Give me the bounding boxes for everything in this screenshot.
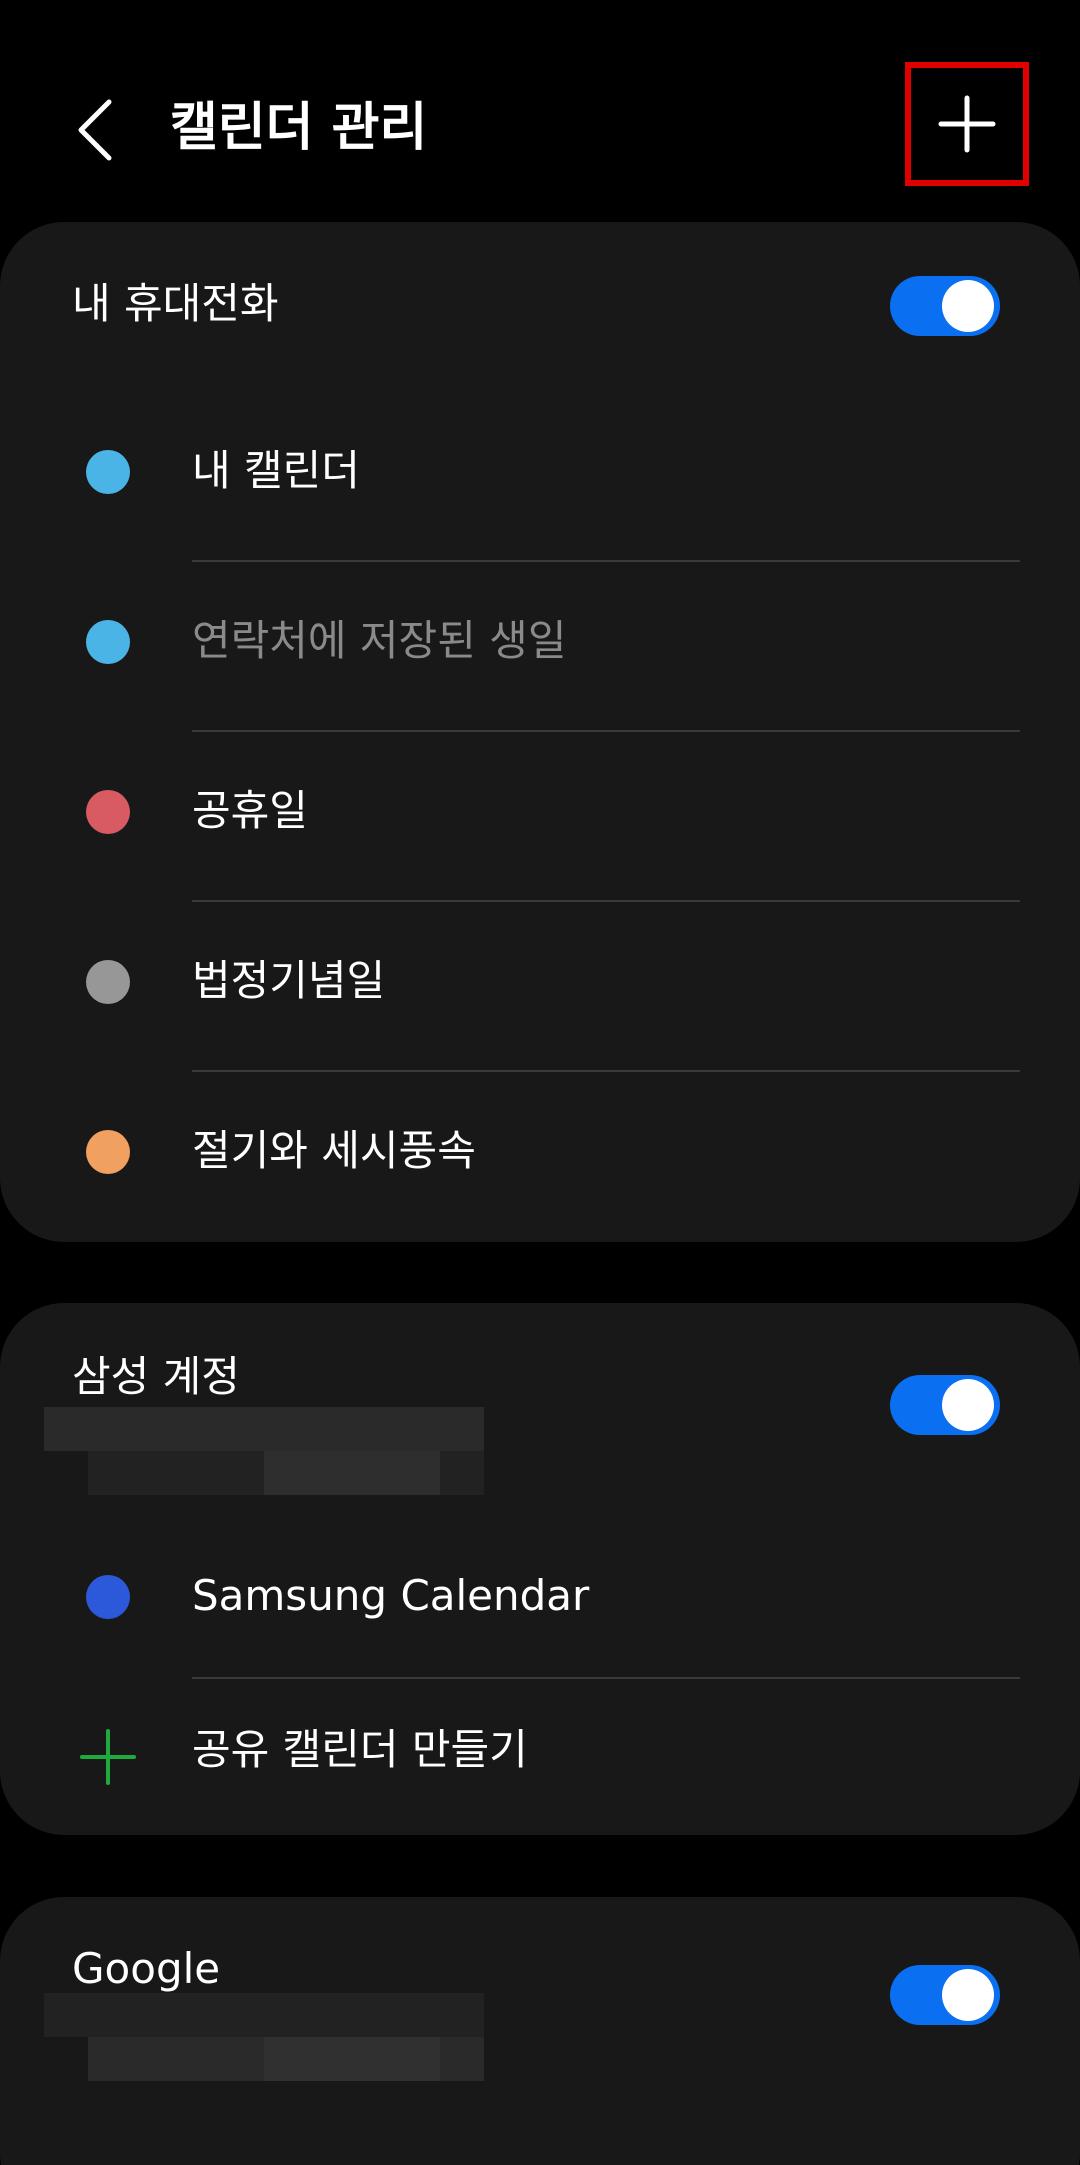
section-title: 삼성 계정 xyxy=(72,1352,240,1401)
section-samsung-account: 삼성 계정 Samsung Calendar 공유 캘린더 만들기 xyxy=(0,1303,1080,1835)
calendar-item[interactable]: 공휴일 xyxy=(0,726,1080,896)
create-shared-calendar-label: 공유 캘린더 만들기 xyxy=(192,1725,528,1774)
section-title: 내 휴대전화 xyxy=(72,279,279,328)
calendar-label: Samsung Calendar xyxy=(192,1571,590,1620)
account-email-redacted xyxy=(44,1407,484,1519)
calendar-label: 연락처에 저장된 생일 xyxy=(192,616,567,665)
calendar-item[interactable]: 내 캘린더 xyxy=(0,386,1080,556)
calendar-item[interactable]: 법정기념일 xyxy=(0,896,1080,1066)
calendar-color-dot xyxy=(86,1130,130,1174)
toggle-knob xyxy=(942,1969,994,2021)
calendar-item[interactable]: Samsung Calendar xyxy=(0,1511,1080,1681)
calendar-color-dot xyxy=(86,1575,130,1619)
chevron-left-icon xyxy=(78,99,112,161)
back-button[interactable] xyxy=(60,90,130,170)
plus-icon xyxy=(938,95,996,153)
calendar-item[interactable]: 절기와 세시풍속 xyxy=(0,1066,1080,1236)
top-app-bar: 캘린더 관리 xyxy=(0,0,1080,230)
calendar-color-dot xyxy=(86,790,130,834)
account-email-redacted xyxy=(44,1993,484,2105)
calendar-manage-screen: 캘린더 관리 내 휴대전화 내 캘린더 연락처에 저장된 생일 공휴일 법정기념… xyxy=(0,0,1080,2165)
section-toggle-my-phone[interactable] xyxy=(890,276,1000,336)
page-title: 캘린더 관리 xyxy=(170,98,428,158)
create-shared-calendar-button[interactable]: 공유 캘린더 만들기 xyxy=(0,1673,1080,1835)
section-toggle-samsung[interactable] xyxy=(890,1375,1000,1435)
calendar-label: 법정기념일 xyxy=(192,956,386,1005)
calendar-color-dot xyxy=(86,960,130,1004)
toggle-knob xyxy=(942,280,994,332)
calendar-label: 절기와 세시풍속 xyxy=(192,1126,476,1175)
calendar-color-dot xyxy=(86,620,130,664)
section-title: Google xyxy=(72,1944,221,1993)
toggle-knob xyxy=(942,1379,994,1431)
calendar-label: 공휴일 xyxy=(192,786,308,835)
calendar-color-dot xyxy=(86,450,130,494)
calendar-label: 내 캘린더 xyxy=(192,446,360,495)
add-calendar-button[interactable] xyxy=(905,62,1029,186)
section-my-phone: 내 휴대전화 내 캘린더 연락처에 저장된 생일 공휴일 법정기념일 절기와 세… xyxy=(0,222,1080,1242)
section-google-account: Google xyxy=(0,1897,1080,2165)
plus-icon xyxy=(80,1729,136,1785)
calendar-item[interactable]: 연락처에 저장된 생일 xyxy=(0,556,1080,726)
section-toggle-google[interactable] xyxy=(890,1965,1000,2025)
